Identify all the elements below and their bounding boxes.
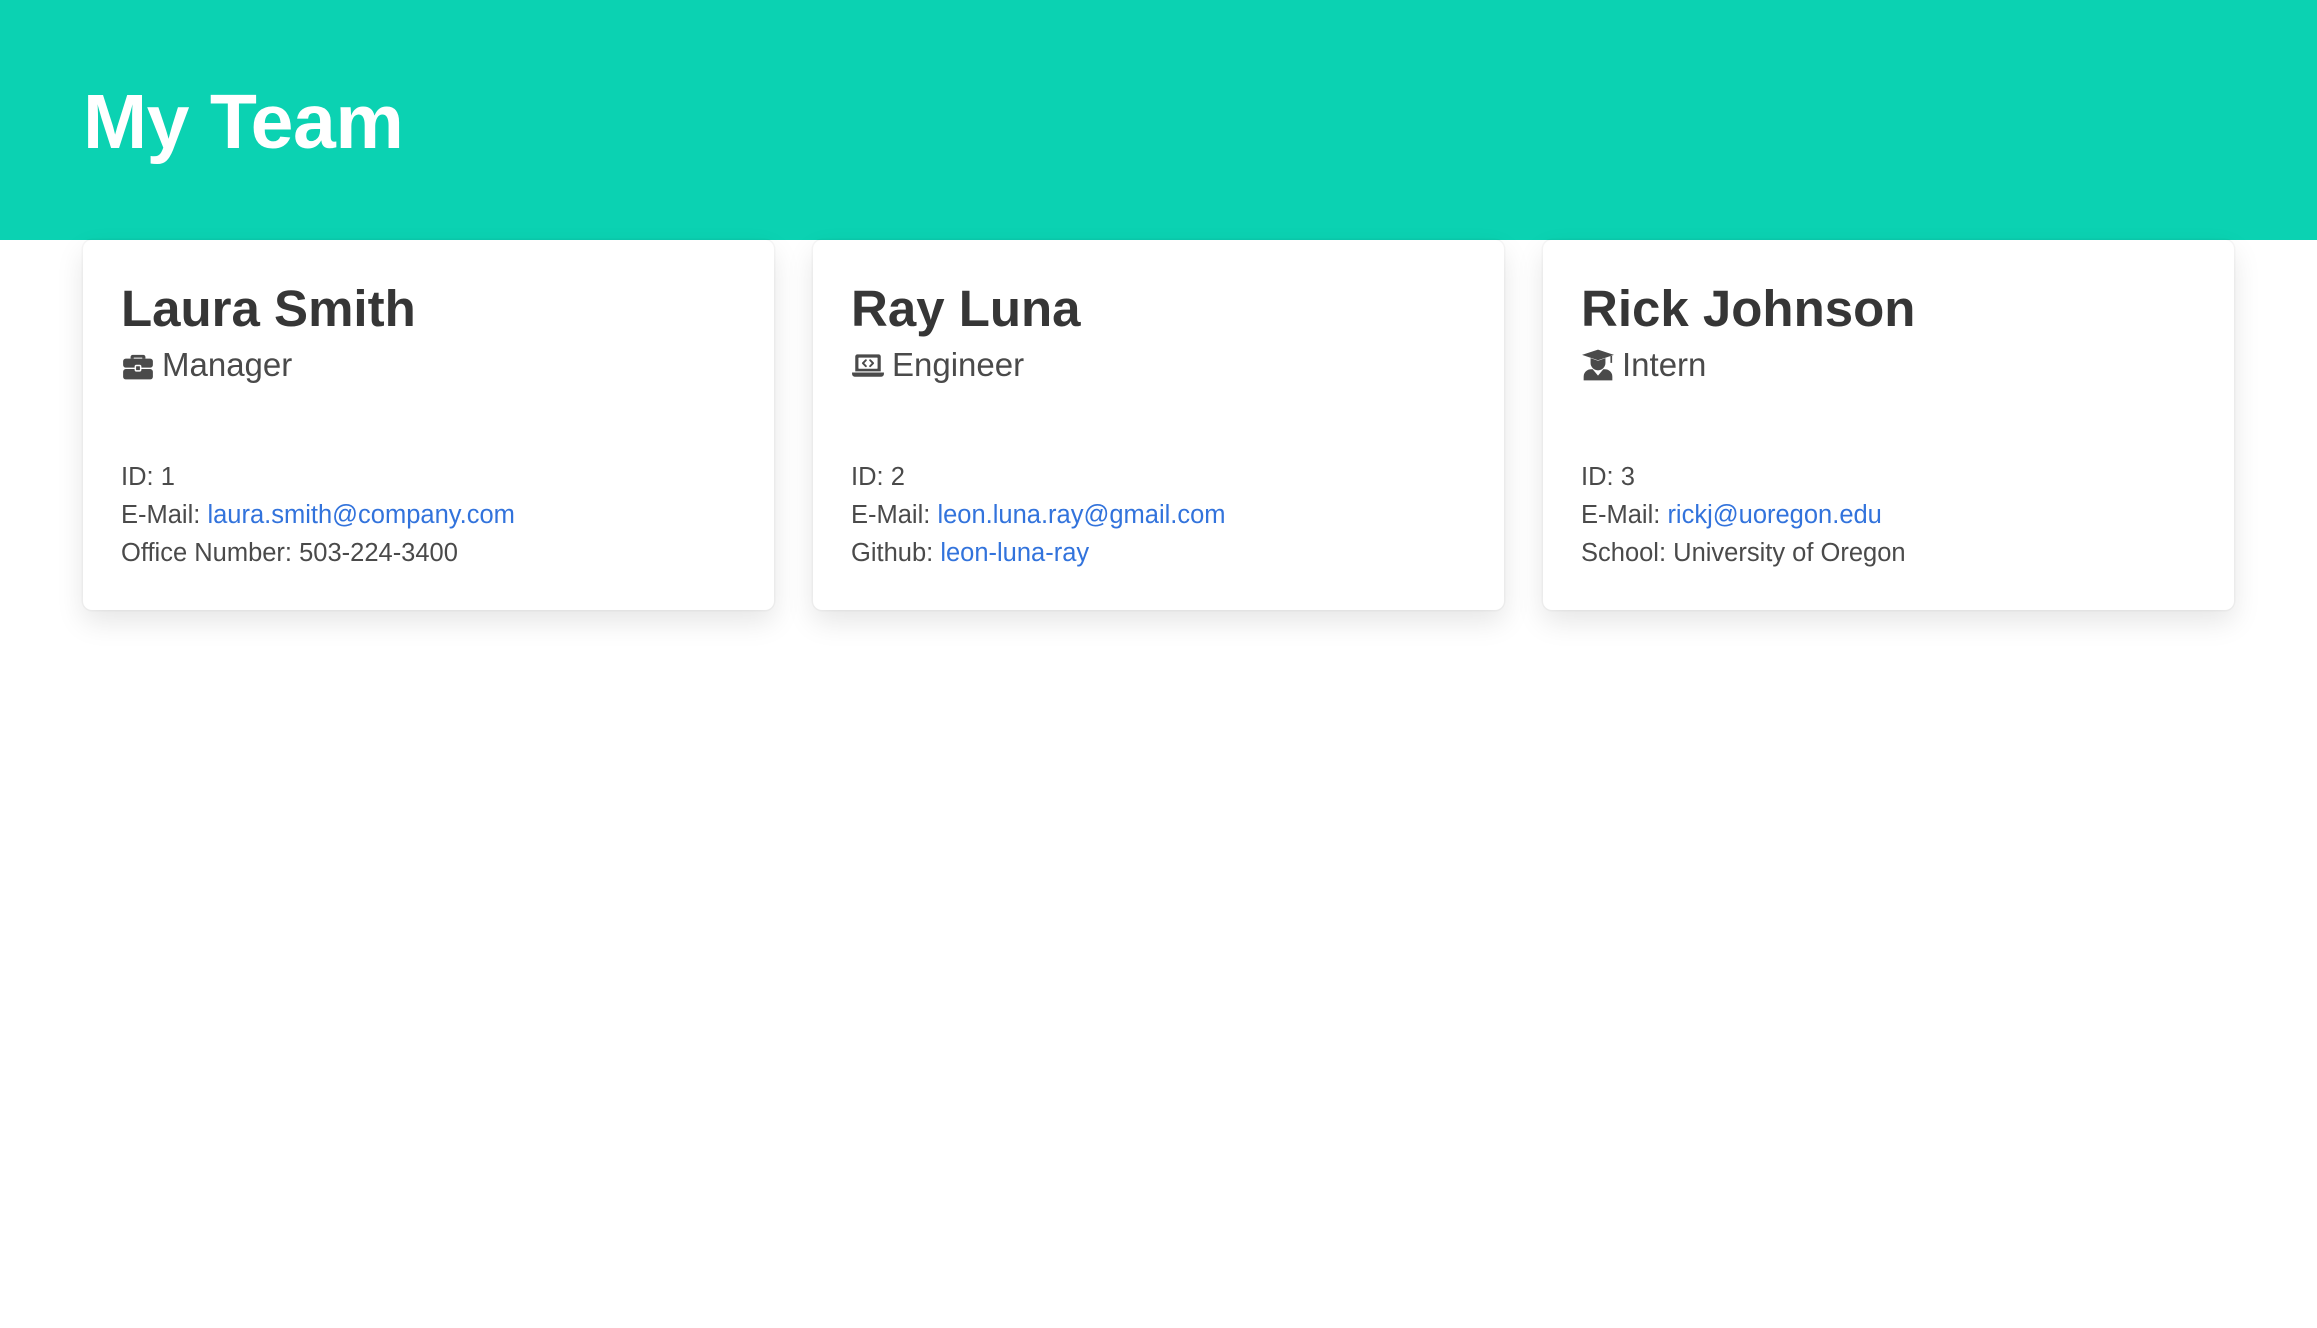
employee-role: Engineer [851,345,1466,385]
email-label: E-Mail: [851,501,931,529]
school-label: School: [1581,539,1667,567]
employee-role: Intern [1581,345,2196,385]
employee-details: ID: 2 E-Mail: leon.luna.ray@gmail.com Gi… [851,458,1466,572]
employee-details: ID: 1 E-Mail: laura.smith@company.com Of… [121,458,736,572]
employee-card-manager: Laura Smith Manager ID: 1 E-Mail: laura.… [83,240,774,610]
employee-name: Ray Luna [851,280,1081,337]
id-label: ID: [1581,463,1614,491]
id-label: ID: [851,463,884,491]
id-value: 3 [1620,463,1635,491]
id-value: 1 [160,463,175,491]
office-number-label: Office Number: [121,539,293,567]
email-link[interactable]: leon.luna.ray@gmail.com [937,501,1225,529]
employee-email-row: E-Mail: laura.smith@company.com [121,496,736,534]
page-title: My Team [83,79,404,165]
office-number-row: Office Number: 503-224-3400 [121,534,736,572]
email-link[interactable]: laura.smith@company.com [207,501,514,529]
office-number-value: 503-224-3400 [299,539,458,567]
employee-card-engineer: Ray Luna Engineer ID: 2 E-Mail: leon.lun… [813,240,1504,610]
employee-role-label: Manager [162,346,293,383]
employee-card-intern: Rick Johnson Intern ID: 3 E-Mail: rickj@… [1543,240,2234,610]
id-label: ID: [121,463,154,491]
briefcase-icon [121,348,155,382]
github-row: Github: leon-luna-ray [851,534,1466,572]
employee-email-row: E-Mail: rickj@uoregon.edu [1581,496,2196,534]
employee-name: Laura Smith [121,280,416,337]
laptop-code-icon [851,348,885,382]
employee-email-row: E-Mail: leon.luna.ray@gmail.com [851,496,1466,534]
id-value: 2 [890,463,905,491]
employee-name: Rick Johnson [1581,280,1916,337]
employee-id-row: ID: 3 [1581,458,2196,496]
email-link[interactable]: rickj@uoregon.edu [1667,501,1881,529]
employee-role: Manager [121,345,736,385]
graduate-icon [1581,348,1615,382]
page-header: My Team [0,0,2317,240]
employee-id-row: ID: 1 [121,458,736,496]
github-label: Github: [851,539,934,567]
employee-details: ID: 3 E-Mail: rickj@uoregon.edu School: … [1581,458,2196,572]
email-label: E-Mail: [1581,501,1661,529]
employee-role-label: Engineer [892,346,1025,383]
school-value: University of Oregon [1673,539,1906,567]
email-label: E-Mail: [121,501,201,529]
employee-role-label: Intern [1622,346,1707,383]
github-link[interactable]: leon-luna-ray [940,539,1089,567]
school-row: School: University of Oregon [1581,534,2196,572]
employee-id-row: ID: 2 [851,458,1466,496]
